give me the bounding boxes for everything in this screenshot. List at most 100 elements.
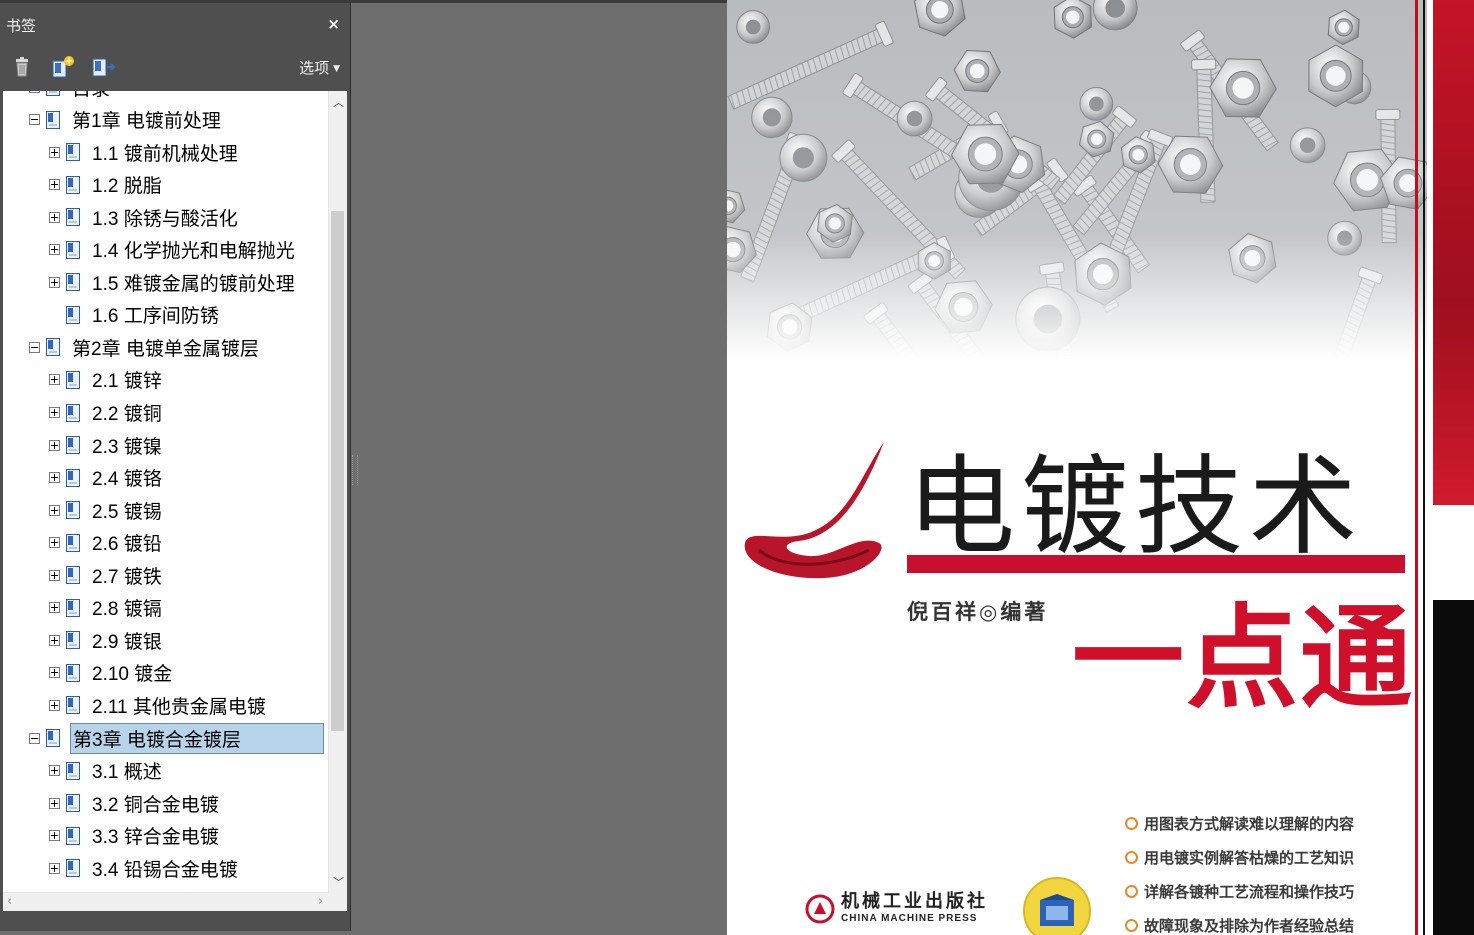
bookmark-item[interactable]: 目录 [29,91,112,102]
publisher-seal-icon [1023,877,1091,935]
bookmark-item[interactable]: 1.4 化学抛光和电解抛光 [49,235,297,265]
bookmark-label: 3.4 铅锡合金电镀 [92,859,238,881]
expand-plus-icon[interactable] [49,765,60,777]
bookmark-item[interactable]: 1.5 难镀金属的镀前处理 [49,267,297,297]
collapse-minus-icon[interactable] [29,341,40,353]
feature-text: 用电镀实例解答枯燥的工艺知识 [1144,848,1355,867]
cover-subtitle: 一点通 [1072,594,1414,724]
bookmark-item[interactable]: 2.3 镀镍 [49,430,164,460]
expand-plus-icon[interactable] [49,862,60,874]
new-bookmark-icon[interactable] [50,55,74,79]
expand-plus-icon[interactable] [49,537,60,549]
publisher-name-cn: 机械工业出版社 [841,891,988,912]
bookmark-label: 第2章 电镀单金属镀层 [72,338,259,360]
scroll-up-icon[interactable]: ︿ [333,94,344,110]
bookmark-item[interactable]: 1.2 脱脂 [49,170,164,200]
bookmark-item[interactable]: 2.6 镀铅 [49,528,164,558]
cover-white-band [1433,505,1474,600]
scroll-left-icon[interactable]: ‹ [7,894,12,909]
bookmark-item[interactable]: 第3章 电镀合金镀层 [29,722,324,754]
bookmark-item[interactable]: 3.1 概述 [49,756,164,786]
collapse-minus-icon[interactable] [29,732,40,744]
bookmark-item[interactable]: 3.2 铜合金电镀 [49,788,221,818]
bookmark-label: 3.1 概述 [92,762,162,784]
bookmark-item[interactable]: 2.4 镀铬 [49,463,164,493]
bookmark-item[interactable]: 1.6 工序间防锈 [49,300,221,330]
expand-plus-icon[interactable] [49,407,60,418]
collapse-minus-icon[interactable] [29,114,40,126]
bookmark-icon [66,533,80,552]
scroll-down-icon[interactable]: ﹀ [333,874,344,890]
bookmark-label: 目录 [70,91,112,101]
expand-plus-icon[interactable] [49,504,60,516]
expand-plus-icon[interactable] [49,797,60,809]
scrollbar-thumb[interactable] [331,211,344,731]
expand-plus-icon[interactable] [49,179,60,191]
bookmark-item[interactable]: 第1章 电镀前处理 [29,105,223,135]
bookmark-item[interactable]: 1.1 镀前机械处理 [49,137,240,167]
horizontal-scrollbar[interactable]: ‹ › [3,892,329,911]
bookmark-item[interactable]: 2.7 镀铁 [49,560,164,590]
expand-plus-icon[interactable] [49,374,60,386]
bookmark-icon [66,501,80,520]
trash-icon[interactable] [10,55,34,79]
expand-plus-icon[interactable] [49,830,60,842]
bookmark-label: 2.6 镀铅 [92,534,162,556]
bookmark-item[interactable]: 2.9 镀银 [49,625,164,655]
bookmark-label: 2.11 其他贵金属电镀 [92,696,266,718]
bookmark-label: 1.1 镀前机械处理 [92,143,238,165]
expand-plus-icon[interactable] [49,634,60,646]
chevron-down-icon: ▼ [333,64,340,74]
bookmark-icon [66,468,80,487]
expand-bookmark-icon[interactable] [90,55,116,79]
close-icon[interactable]: × [327,15,340,33]
bookmark-item[interactable]: 2.1 镀锌 [49,365,164,395]
bookmark-label: 2.7 镀铁 [92,566,162,588]
bookmark-label: 3.2 铜合金电镀 [92,794,219,816]
bookmark-item[interactable]: 3.4 铅锡合金电镀 [49,853,240,883]
bookmark-item[interactable]: 2.10 镀金 [49,658,174,688]
expand-plus-icon[interactable] [49,439,60,451]
expand-plus-icon[interactable] [49,146,60,158]
bullet-circle-icon [1125,884,1138,898]
vertical-scrollbar[interactable]: ︿ ﹀ [328,91,347,893]
bookmark-label: 2.10 镀金 [92,664,173,686]
bookmark-icon [66,273,80,292]
bookmark-item[interactable]: 第2章 电镀单金属镀层 [29,332,261,362]
collapse-minus-icon[interactable] [29,91,40,93]
bookmark-icon [66,826,80,845]
expand-plus-icon[interactable] [49,211,60,223]
bookmark-icon [66,859,80,878]
bookmark-label: 1.5 难镀金属的镀前处理 [92,273,295,295]
bookmark-item[interactable]: 2.2 镀铜 [49,398,164,428]
bookmark-icon [46,729,60,747]
bookmark-icon [66,631,80,650]
bullet-circle-icon [1125,918,1138,932]
cover-red-band [1433,0,1474,505]
options-menu[interactable]: 选项 ▼ [299,57,340,78]
bookmark-item[interactable]: 2.5 镀锡 [49,495,164,525]
expand-plus-icon[interactable] [49,699,60,711]
cover-feature-item: 用电镀实例解答枯燥的工艺知识 [1125,840,1354,874]
bookmark-icon [66,305,80,324]
publisher-emblem-icon [805,894,835,923]
cover-feature-list: 用图表方式解读难以理解的内容 用电镀实例解答枯燥的工艺知识 详解各镀种工艺流程和操作… [1125,806,1354,935]
scroll-right-icon[interactable]: › [318,894,323,909]
cover-feature-item: 故障现象及排除为作者经验总结 [1125,908,1354,935]
bookmark-label: 2.8 镀镉 [92,599,162,621]
panel-splitter-handle[interactable] [352,455,358,485]
bookmark-item[interactable]: 3.3 锌合金电镀 [49,821,221,851]
bookmark-icon [66,436,80,455]
expand-plus-icon[interactable] [49,276,60,288]
bookmark-item[interactable]: 1.3 除锈与酸活化 [49,202,240,232]
expand-plus-icon[interactable] [49,244,60,256]
expand-plus-icon[interactable] [49,602,60,614]
bookmark-item[interactable]: 2.11 其他贵金属电镀 [49,690,268,720]
bookmark-item[interactable]: 2.8 镀镉 [49,593,164,623]
bookmark-icon [66,761,80,780]
bookmark-icon [66,403,80,422]
bullet-circle-icon [1125,816,1138,830]
expand-plus-icon[interactable] [49,667,60,679]
expand-plus-icon[interactable] [49,569,60,581]
expand-plus-icon[interactable] [49,472,60,484]
